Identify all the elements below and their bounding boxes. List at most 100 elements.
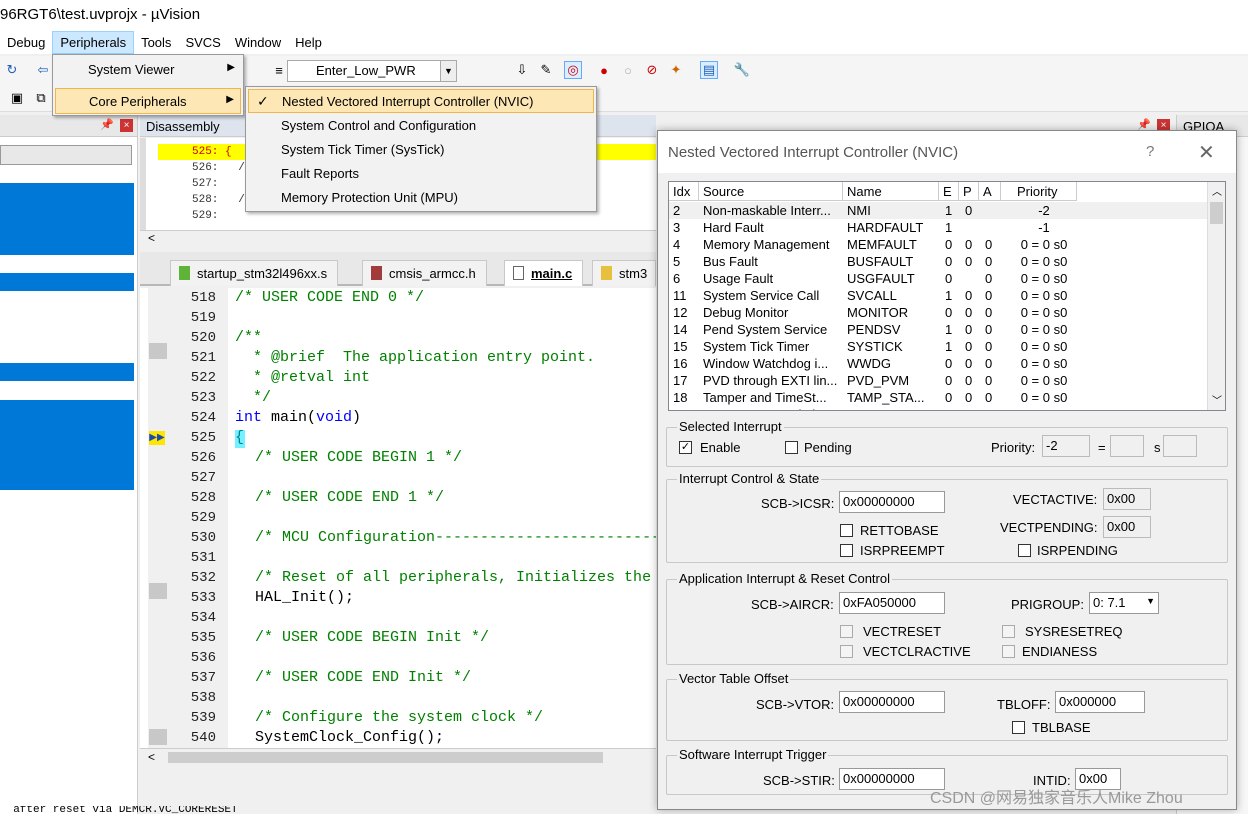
breakpoint-icon[interactable]: ● xyxy=(595,61,613,79)
enable-checkbox[interactable]: ✓ xyxy=(679,441,692,454)
menu-item-scb[interactable]: System Control and Configuration xyxy=(248,114,594,138)
menu-item-nvic[interactable]: ✓ Nested Vectored Interrupt Controller (… xyxy=(248,89,594,113)
vectactive-field[interactable]: 0x00 xyxy=(1103,488,1151,510)
menu-item-fault-reports[interactable]: Fault Reports xyxy=(248,162,594,186)
column-header-name[interactable]: Name xyxy=(843,182,939,201)
tbloff-input[interactable]: 0x000000 xyxy=(1055,691,1145,713)
tab-startup[interactable]: startup_stm32l496xx.s xyxy=(170,260,339,286)
selection-bar xyxy=(0,363,134,381)
chevron-down-icon[interactable]: ▼ xyxy=(440,61,456,81)
interrupt-row[interactable]: 5 Bus Fault BUSFAULT 0 0 0 0 = 0 s0 xyxy=(669,253,1209,270)
tab-main[interactable]: main.c xyxy=(504,260,584,286)
redo-icon[interactable]: ↻ xyxy=(3,61,21,79)
tab-label: stm3 xyxy=(619,266,648,281)
icsr-input[interactable]: 0x00000000 xyxy=(839,491,945,513)
scroll-thumb[interactable] xyxy=(168,752,603,763)
menu-item-system-viewer[interactable]: System Viewer ▶ xyxy=(55,57,241,83)
chevron-down-icon[interactable]: ▼ xyxy=(1146,596,1155,606)
menu-peripherals[interactable]: Peripherals xyxy=(52,30,135,54)
menu-debug[interactable]: Debug xyxy=(0,32,52,53)
close-icon[interactable]: × xyxy=(120,119,133,132)
interrupt-row[interactable]: 18 Tamper and TimeSt... TAMP_STA... 0 0 0 0 = … xyxy=(669,389,1209,406)
disasm-hscroll[interactable]: < xyxy=(140,230,656,248)
interrupt-row[interactable]: 14 Pend System Service PENDSV 1 0 0 0 = 0 s0 xyxy=(669,321,1209,338)
priority-group-field[interactable] xyxy=(1110,435,1144,457)
endianess-checkbox[interactable] xyxy=(1002,645,1015,658)
prigroup-select[interactable]: 0: 7.1 ▼ xyxy=(1089,592,1159,614)
line-number: 521 xyxy=(190,350,216,366)
menu-item-systick[interactable]: System Tick Timer (SysTick) xyxy=(248,138,594,162)
code-editor[interactable]: 518 /* USER CODE END 0 */ 519 520 /** 521 * @… xyxy=(140,288,656,748)
breakpoint-kill-icon[interactable]: ⊘ xyxy=(643,61,661,79)
menu-tools[interactable]: Tools xyxy=(134,32,178,53)
sysresetreq-checkbox[interactable] xyxy=(1002,625,1015,638)
isrpending-checkbox[interactable] xyxy=(1018,544,1031,557)
close-icon[interactable]: ✕ xyxy=(1198,140,1215,165)
priority-field[interactable]: -2 xyxy=(1042,435,1090,457)
disassembly-window-icon[interactable]: ⧉ xyxy=(32,89,50,107)
priority-sub-field[interactable] xyxy=(1163,435,1197,457)
help-icon[interactable]: ? xyxy=(1146,143,1154,160)
breakpoint-clear-icon[interactable]: ✦ xyxy=(667,61,685,79)
chevron-down-icon[interactable]: ﹀ xyxy=(1212,392,1222,407)
rettobase-checkbox[interactable] xyxy=(840,524,853,537)
interrupt-row[interactable]: 12 Debug Monitor MONITOR 0 0 0 0 = 0 s0 xyxy=(669,304,1209,321)
options-icon[interactable]: ✎ xyxy=(537,61,555,79)
column-header-idx[interactable]: Idx xyxy=(669,182,699,201)
tab-cmsis[interactable]: cmsis_armcc.h xyxy=(362,260,487,286)
menu-window[interactable]: Window xyxy=(228,32,288,53)
registers-panel: 📌 × xyxy=(0,115,138,814)
indent-icon[interactable]: ≡ xyxy=(270,61,288,79)
pin-icon[interactable]: 📌 xyxy=(100,118,114,131)
vtor-input[interactable]: 0x00000000 xyxy=(839,691,945,713)
target-combo[interactable]: Enter_Low_PWR ▼ xyxy=(287,60,457,82)
scroll-left-icon[interactable]: < xyxy=(148,750,155,764)
editor-hscroll[interactable]: < xyxy=(140,748,656,766)
column-header-a[interactable]: A xyxy=(979,182,1001,201)
wrench-icon[interactable]: 🔧 xyxy=(733,61,751,79)
line-number: 532 xyxy=(190,570,216,586)
column-header-priority[interactable]: Priority xyxy=(1001,182,1077,201)
pending-label: Pending xyxy=(804,440,852,455)
isrpreempt-checkbox[interactable] xyxy=(840,544,853,557)
interrupt-cell: -2 xyxy=(1038,203,1050,218)
back-icon[interactable]: ⇦ xyxy=(34,61,52,79)
check-icon: ✓ xyxy=(257,93,269,109)
scroll-thumb[interactable] xyxy=(1210,202,1223,224)
command-window-icon[interactable]: ▣ xyxy=(8,89,26,107)
breakpoint-disabled-icon[interactable]: ○ xyxy=(619,61,637,79)
tab-stm3[interactable]: stm3 xyxy=(592,260,656,286)
interrupt-row[interactable]: 2 Non-maskable Interr... NMI 1 0 -2 xyxy=(669,202,1209,219)
menu-svcs[interactable]: SVCS xyxy=(178,32,227,53)
interrupt-cell: 0 = 0 s0 xyxy=(1020,356,1068,371)
menu-item-mpu[interactable]: Memory Protection Unit (MPU) xyxy=(248,186,594,210)
interrupt-row[interactable]: 6 Usage Fault USGFAULT 0 0 0 = 0 s0 xyxy=(669,270,1209,287)
window-layout-icon[interactable]: ▤ xyxy=(700,61,718,79)
vectpending-field[interactable]: 0x00 xyxy=(1103,516,1151,538)
vectreset-checkbox[interactable] xyxy=(840,625,853,638)
file-icon xyxy=(513,266,524,280)
interrupt-row[interactable]: 3 Hard Fault HARDFAULT 1 -1 xyxy=(669,219,1209,236)
interrupt-table[interactable]: Idx Source Name E P A Priority 2 Non-mask… xyxy=(668,181,1226,411)
interrupt-row[interactable]: 15 System Tick Timer SYSTICK 1 0 0 0 = 0 s0 xyxy=(669,338,1209,355)
menu-help[interactable]: Help xyxy=(288,32,329,53)
debug-icon[interactable]: ◎ xyxy=(564,61,582,79)
interrupt-row[interactable]: 11 System Service Call SVCALL 1 0 0 0 = 0 s0 xyxy=(669,287,1209,304)
interrupt-row[interactable]: 19 RTC Tamper and Ti... RTC_WKUP 0 0 0 0 = 0 s… xyxy=(669,406,1209,410)
pending-checkbox[interactable] xyxy=(785,441,798,454)
tblbase-checkbox[interactable] xyxy=(1012,721,1025,734)
vectclractive-checkbox[interactable] xyxy=(840,645,853,658)
column-header-e[interactable]: E xyxy=(939,182,959,201)
register-field[interactable] xyxy=(0,145,132,165)
interrupt-row[interactable]: 4 Memory Management MEMFAULT 0 0 0 0 = 0 s0 xyxy=(669,236,1209,253)
table-vscroll[interactable]: ︿ ﹀ xyxy=(1207,182,1225,410)
column-header-source[interactable]: Source xyxy=(699,182,843,201)
load-icon[interactable]: ⇩ xyxy=(513,61,531,79)
menu-item-core-peripherals[interactable]: Core Peripherals ▶ xyxy=(55,88,241,114)
chevron-up-icon[interactable]: ︿ xyxy=(1212,183,1222,198)
interrupt-row[interactable]: 16 Window Watchdog i... WWDG 0 0 0 0 = 0 s0 xyxy=(669,355,1209,372)
column-header-p[interactable]: P xyxy=(959,182,979,201)
aircr-input[interactable]: 0xFA050000 xyxy=(839,592,945,614)
interrupt-row[interactable]: 17 PVD through EXTI lin... PVD_PVM 0 0 0 0 = 0… xyxy=(669,372,1209,389)
line-number: 523 xyxy=(190,390,216,406)
